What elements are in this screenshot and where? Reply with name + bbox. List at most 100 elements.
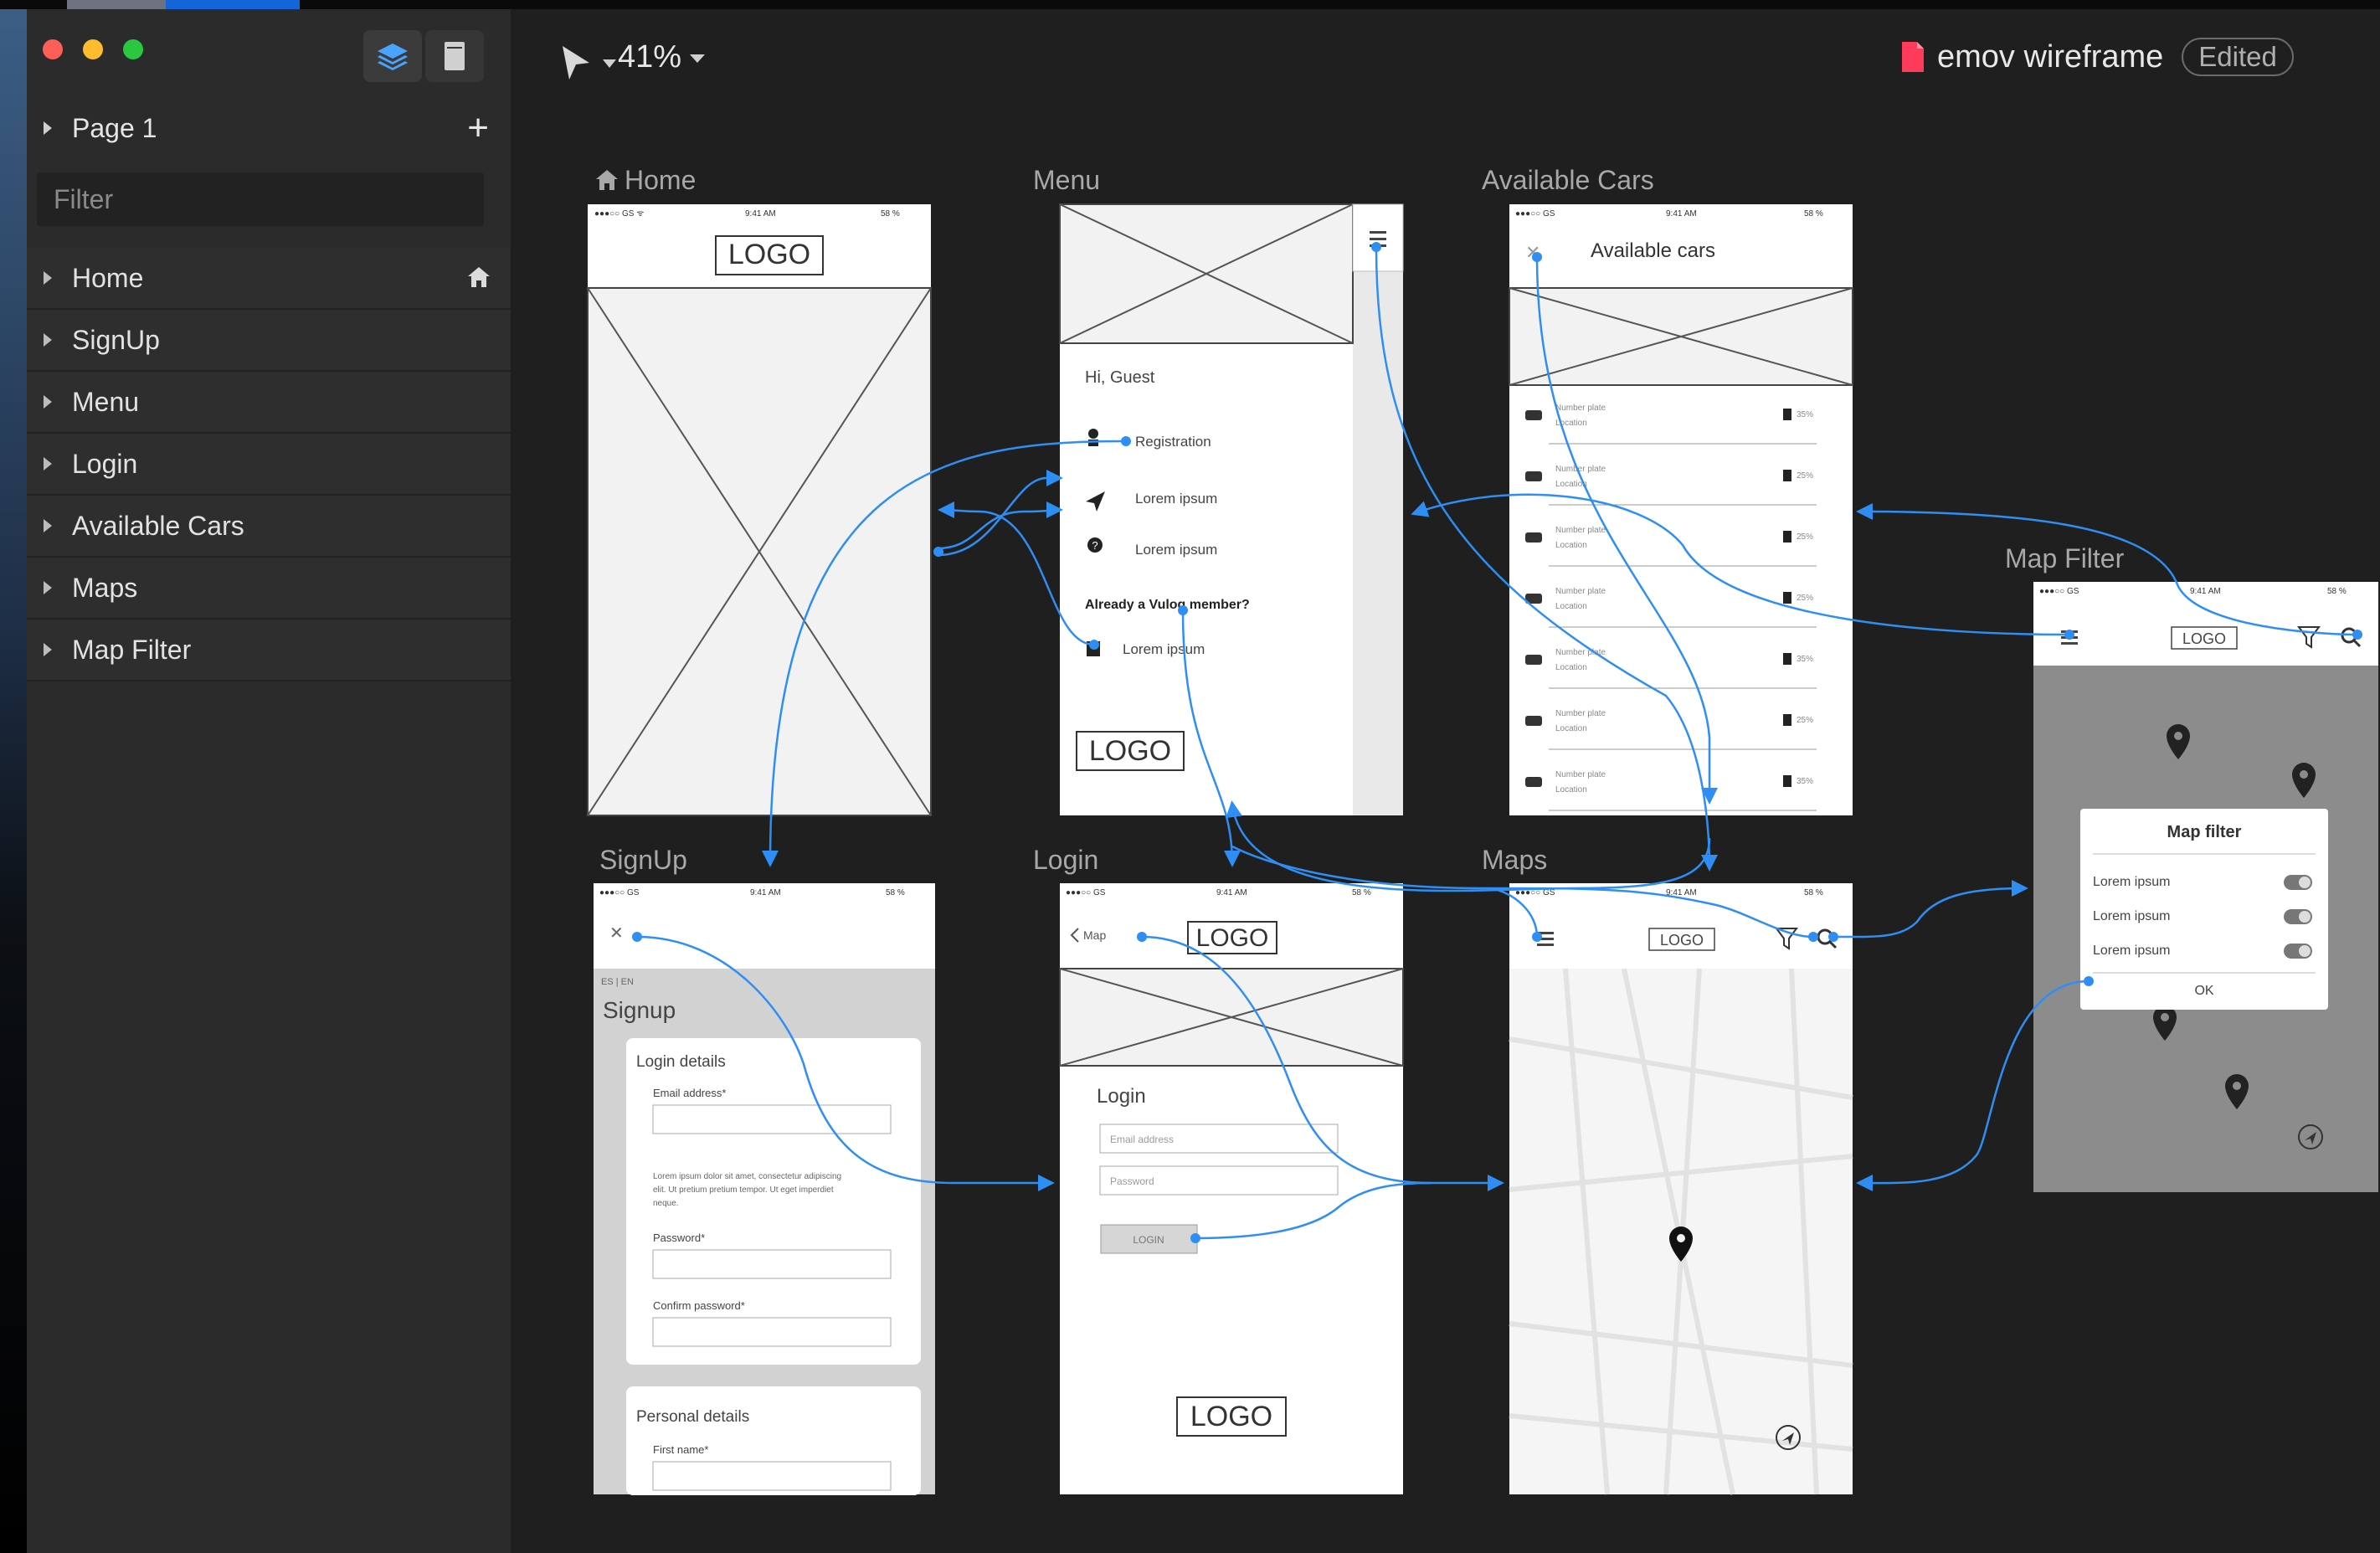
- login-back-label[interactable]: Map: [1083, 928, 1106, 942]
- car-plate: Number plate: [1555, 770, 1606, 779]
- menu-item-lorem-1[interactable]: Lorem ipsum: [1135, 491, 1217, 507]
- login-heading: Login: [1097, 1085, 1146, 1108]
- expand-caret-icon: [44, 271, 52, 285]
- password-label: Password*: [653, 1232, 705, 1244]
- layer-list: Home SignUp Menu Login Available Cars Ma…: [27, 248, 511, 681]
- cars-header: Available cars: [1591, 239, 1715, 262]
- svg-text:9:41 AM: 9:41 AM: [2190, 587, 2221, 596]
- svg-text:Email address: Email address: [1110, 1134, 1174, 1145]
- zoom-menu[interactable]: 41%: [618, 39, 706, 75]
- signup-password-field[interactable]: [652, 1249, 892, 1279]
- artboard-login[interactable]: ●●●○○ GS 9:41 AM 58 % Map LOGO Login Ema…: [1059, 883, 1404, 1494]
- page-selector[interactable]: Page 1 +: [27, 103, 511, 153]
- car-icon: [1525, 716, 1542, 726]
- artboards-layer: ●●●○○ GS ᯤ 9:41 AM 58 % LOGO Hi, Guest R…: [587, 203, 2378, 1495]
- artboard-map-filter[interactable]: ●●●○○ GS 9:41 AM 58 % LOGO Map filter Lo…: [2033, 582, 2378, 1192]
- system-menubar: [0, 0, 2380, 9]
- layer-item-map-filter[interactable]: Map Filter: [27, 620, 511, 681]
- add-page-button[interactable]: +: [467, 103, 489, 153]
- layer-item-available-cars[interactable]: Available Cars: [27, 496, 511, 558]
- car-plate: Number plate: [1555, 587, 1606, 596]
- layer-label: Map Filter: [72, 634, 192, 665]
- close-icon[interactable]: ✕: [609, 924, 624, 943]
- expand-caret-icon: [44, 581, 52, 594]
- svg-text:9:41 AM: 9:41 AM: [1216, 888, 1247, 897]
- car-icon: [1525, 655, 1542, 665]
- signup-email-field[interactable]: [652, 1104, 892, 1134]
- layer-label: SignUp: [72, 324, 160, 355]
- svg-text:58 %: 58 %: [1804, 209, 1823, 219]
- layer-item-maps[interactable]: Maps: [27, 558, 511, 620]
- menu-logo: LOGO: [1089, 735, 1171, 767]
- personal-details-label: Personal details: [636, 1408, 749, 1426]
- layer-item-home[interactable]: Home: [27, 248, 511, 310]
- document-name: emov wireframe: [1937, 39, 2164, 75]
- layer-label: Maps: [72, 572, 138, 603]
- fuel-level: 25%: [1797, 716, 1813, 725]
- signup-confirm-password-field[interactable]: [652, 1317, 892, 1347]
- fuel-icon: [1783, 653, 1791, 665]
- login-details-label: Login details: [636, 1053, 726, 1071]
- svg-text:elit. Ut pretium pretium tempo: elit. Ut pretium pretium tempor. Ut eget…: [653, 1185, 834, 1195]
- minimize-window-button[interactable]: [83, 39, 103, 59]
- layer-item-login[interactable]: Login: [27, 434, 511, 496]
- menu-member-link[interactable]: Lorem ipsum: [1123, 641, 1205, 657]
- layers-view-button[interactable]: [363, 30, 422, 82]
- svg-text:neque.: neque.: [653, 1199, 679, 1208]
- layer-label: Available Cars: [72, 510, 244, 541]
- filter-option-1: Lorem ipsum: [2093, 875, 2170, 889]
- document-icon: [445, 42, 465, 70]
- svg-text:?: ?: [1092, 539, 1097, 552]
- layer-item-menu[interactable]: Menu: [27, 372, 511, 434]
- expand-caret-icon: [44, 457, 52, 471]
- svg-text:●●●○○ GS: ●●●○○ GS: [599, 888, 640, 897]
- layer-item-signup[interactable]: SignUp: [27, 310, 511, 372]
- login-logo: LOGO: [1196, 924, 1269, 952]
- car-icon: [1525, 532, 1542, 543]
- status-carrier: ●●●○○ GS ᯤ: [594, 209, 644, 219]
- artboard-maps[interactable]: ●●●○○ GS 9:41 AM 58 % LOGO: [1509, 883, 1853, 1495]
- fuel-icon: [1783, 531, 1791, 543]
- sketch-file-icon: [1902, 42, 1924, 72]
- car-location: Location: [1555, 663, 1587, 672]
- document-title: emov wireframe Edited: [1900, 38, 2294, 76]
- menu-greeting: Hi, Guest: [1085, 368, 1155, 387]
- menu-item-lorem-2[interactable]: Lorem ipsum: [1135, 542, 1217, 558]
- artboard-home[interactable]: ●●●○○ GS ᯤ 9:41 AM 58 % LOGO: [587, 204, 932, 816]
- artboard-signup[interactable]: ●●●○○ GS 9:41 AM 58 % ✕ ES | EN Signup L…: [594, 883, 935, 1495]
- zoom-level: 41%: [618, 39, 682, 75]
- documents-view-button[interactable]: [425, 30, 484, 82]
- layers-icon: [378, 44, 408, 70]
- layer-label: Menu: [72, 386, 140, 417]
- language-switch[interactable]: ES | EN: [601, 977, 634, 987]
- filter-input[interactable]: Filter: [37, 172, 484, 226]
- artboard-menu[interactable]: Hi, Guest Registration Lorem ipsum ? Lor…: [1059, 203, 1404, 815]
- signup-first-name-field[interactable]: [652, 1461, 892, 1491]
- map-filter-dialog-title: Map filter: [2167, 823, 2242, 841]
- status-battery: 58 %: [881, 209, 900, 219]
- app-window: Page 1 + Filter Home SignUp Menu Login A…: [27, 9, 2380, 1553]
- layers-sidebar: Page 1 + Filter Home SignUp Menu Login A…: [27, 9, 511, 1553]
- svg-text:●●●○○ GS: ●●●○○ GS: [1066, 888, 1106, 897]
- map-filter-logo: LOGO: [2182, 630, 2226, 647]
- close-window-button[interactable]: [43, 39, 63, 59]
- car-plate: Number plate: [1555, 404, 1606, 413]
- car-location: Location: [1555, 785, 1587, 794]
- status-time: 9:41 AM: [745, 209, 776, 219]
- maximize-window-button[interactable]: [123, 39, 143, 59]
- fuel-icon: [1783, 409, 1791, 420]
- svg-text:9:41 AM: 9:41 AM: [1666, 209, 1697, 219]
- filter-ok-button[interactable]: OK: [2194, 984, 2213, 998]
- svg-text:58 %: 58 %: [1352, 888, 1371, 897]
- fuel-level: 35%: [1797, 777, 1813, 786]
- fuel-level: 25%: [1797, 532, 1813, 542]
- design-canvas[interactable]: Home Menu Available Cars Map Filter Sign…: [511, 110, 2380, 1553]
- svg-text:Password: Password: [1110, 1175, 1154, 1187]
- email-label: Email address*: [653, 1087, 726, 1099]
- fuel-icon: [1783, 775, 1791, 787]
- signup-heading: Signup: [603, 997, 676, 1023]
- menu-item-registration[interactable]: Registration: [1135, 434, 1211, 450]
- chevron-down-icon: [690, 54, 706, 63]
- pointer-tool-button[interactable]: [561, 44, 625, 85]
- car-plate: Number plate: [1555, 465, 1606, 474]
